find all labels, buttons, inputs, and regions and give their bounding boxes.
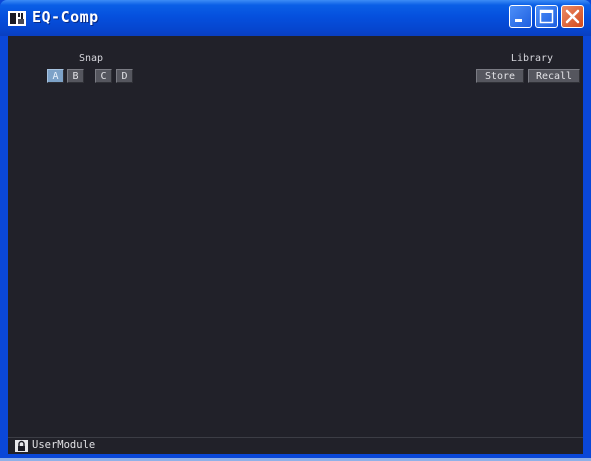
lock-icon	[15, 440, 28, 452]
minimize-icon	[515, 19, 522, 22]
snap-button-a[interactable]: A	[47, 69, 64, 83]
snap-button-b[interactable]: B	[67, 69, 84, 83]
title-bar[interactable]: EQ-Comp	[0, 0, 591, 36]
snap-button-d[interactable]: D	[116, 69, 133, 83]
status-bar: UserModule	[8, 437, 583, 454]
module-panel: Snap A B C D Library Store Recall	[8, 36, 583, 437]
recall-button[interactable]: Recall	[528, 69, 580, 83]
store-button[interactable]: Store	[476, 69, 524, 83]
status-text: UserModule	[32, 439, 96, 451]
window: EQ-Comp Snap A B C D Library Store Recal…	[0, 0, 591, 458]
maximize-button[interactable]	[535, 5, 558, 28]
app-module-icon	[8, 11, 26, 26]
snap-label: Snap	[78, 53, 104, 64]
maximize-icon	[539, 9, 554, 24]
close-button[interactable]	[561, 5, 584, 28]
close-icon	[565, 9, 580, 24]
snap-button-c[interactable]: C	[95, 69, 112, 83]
window-title: EQ-Comp	[32, 8, 99, 26]
library-label: Library	[510, 53, 554, 64]
minimize-button[interactable]	[509, 5, 532, 28]
